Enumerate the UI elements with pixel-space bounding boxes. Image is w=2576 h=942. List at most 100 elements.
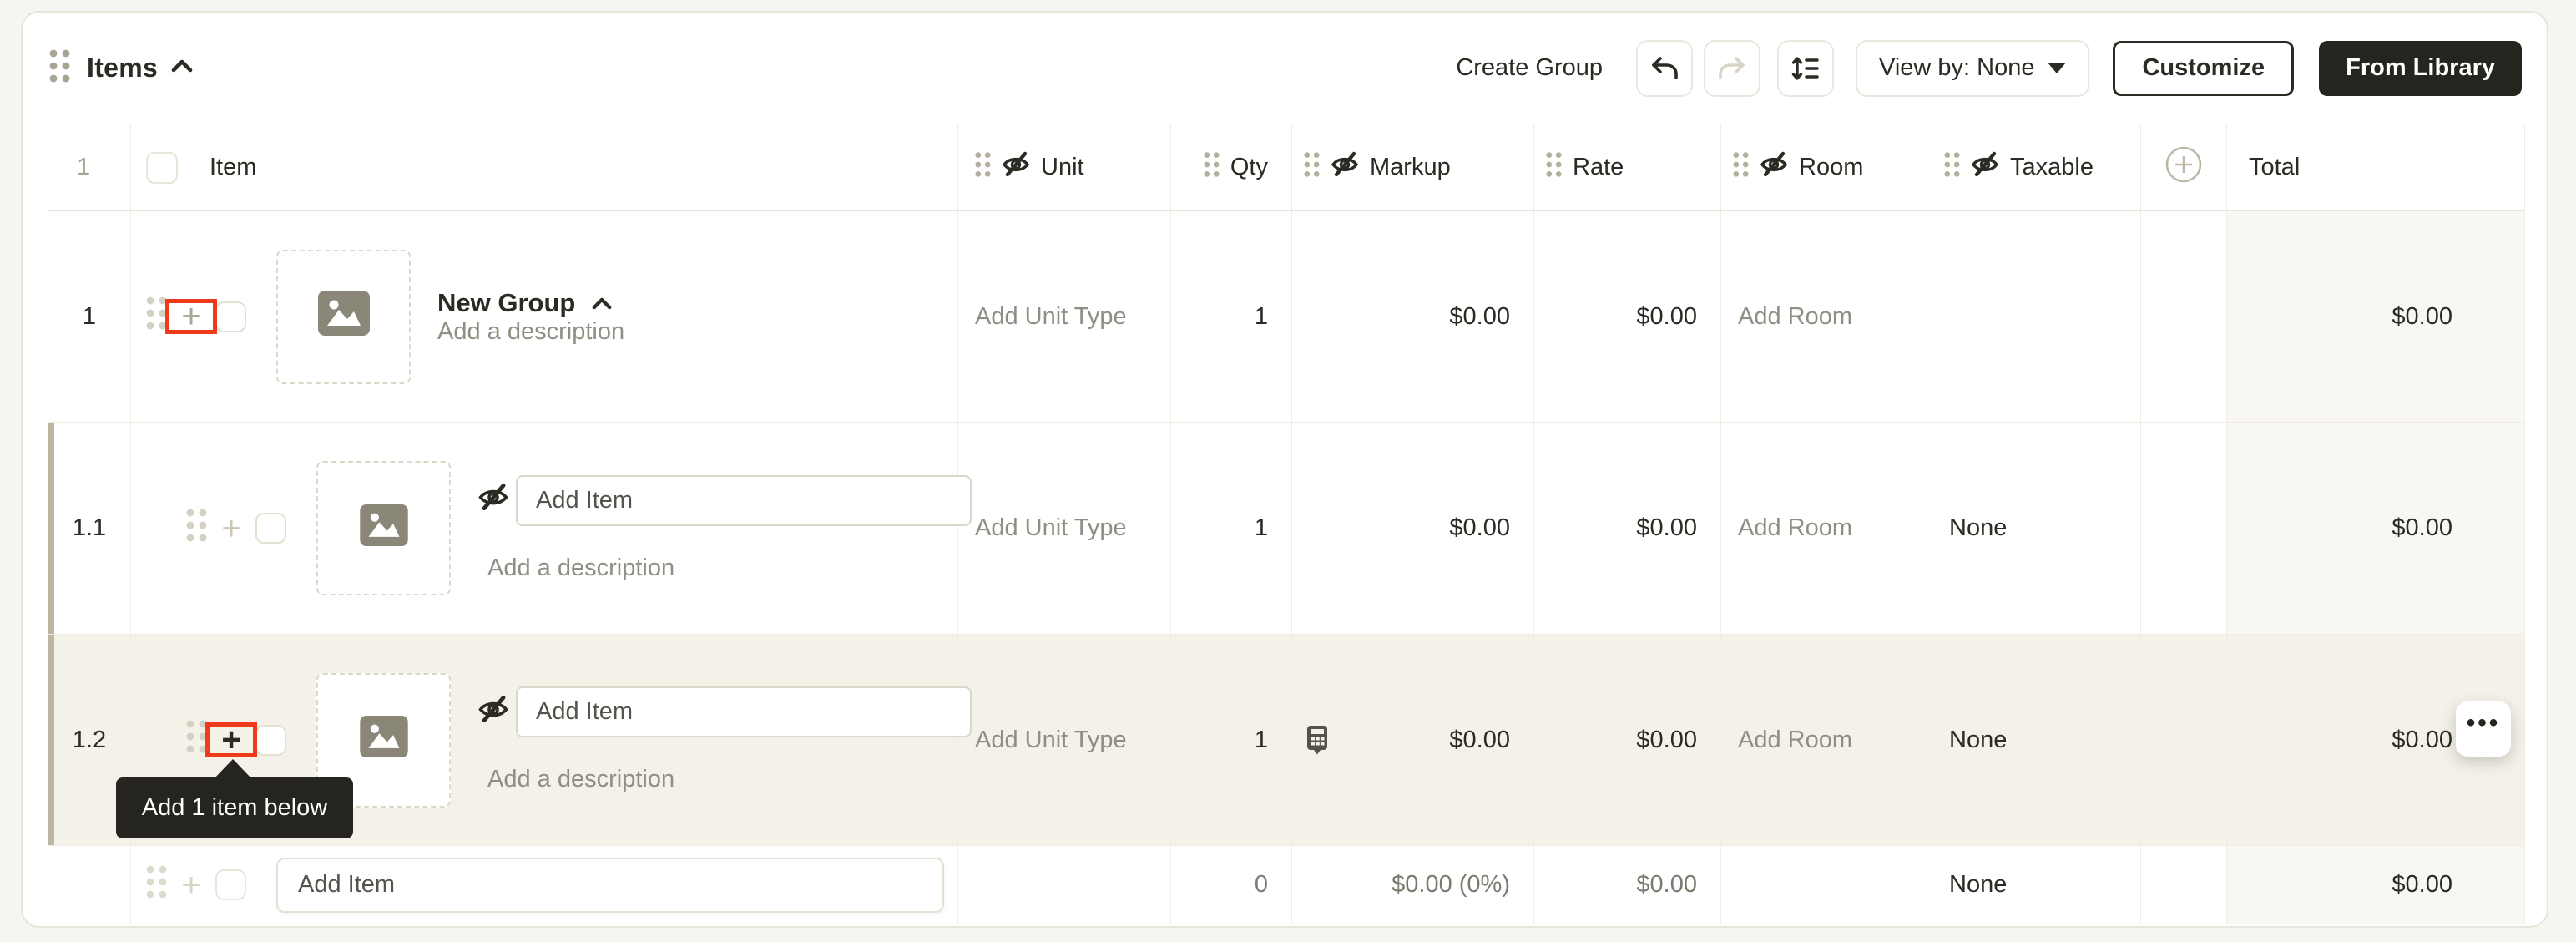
image-upload-placeholder[interactable] xyxy=(316,461,451,595)
qty-cell[interactable]: 0 xyxy=(1171,846,1292,924)
column-drag-handle-icon[interactable] xyxy=(1204,151,1220,185)
hidden-item-icon xyxy=(477,483,509,518)
collapse-section-icon[interactable] xyxy=(171,59,193,77)
column-header-qty[interactable]: Qty xyxy=(1171,124,1292,210)
page-title: Items xyxy=(87,53,158,84)
rate-cell[interactable]: $0.00 xyxy=(1534,423,1721,634)
column-label-item: Item xyxy=(210,154,256,181)
table-row-item: 1.1 + Add a descr xyxy=(48,423,2525,635)
item-entry: Add a description xyxy=(477,475,972,582)
image-icon xyxy=(360,716,408,764)
row-number: 1 xyxy=(48,211,131,422)
create-group-button[interactable]: Create Group xyxy=(1456,54,1603,82)
rate-cell[interactable]: $0.00 xyxy=(1534,211,1721,422)
column-drag-handle-icon[interactable] xyxy=(1733,151,1749,185)
toolbar-actions: Create Group xyxy=(1456,40,2522,97)
group-title[interactable]: New Group xyxy=(437,288,575,318)
redo-button[interactable] xyxy=(1704,40,1760,97)
column-header-rate[interactable]: Rate xyxy=(1534,124,1721,210)
room-cell[interactable]: Add Room xyxy=(1721,635,1932,845)
qty-cell[interactable]: 1 xyxy=(1171,211,1292,422)
column-drag-handle-icon[interactable] xyxy=(1546,151,1562,185)
qty-cell[interactable]: 1 xyxy=(1171,423,1292,634)
unit-cell[interactable] xyxy=(958,846,1171,924)
add-item-button[interactable]: + Add 1 item below xyxy=(219,726,244,754)
chevron-down-icon xyxy=(2048,63,2066,73)
row-drag-handle-icon[interactable] xyxy=(186,719,207,761)
column-header-room[interactable]: Room xyxy=(1721,124,1932,210)
row-drag-handle-icon[interactable] xyxy=(146,864,167,906)
taxable-cell[interactable]: None xyxy=(1932,846,2141,924)
column-label-rate: Rate xyxy=(1573,154,1624,181)
unit-cell[interactable]: Add Unit Type xyxy=(958,211,1171,422)
image-icon xyxy=(318,291,370,342)
markup-cell[interactable]: $0.00 xyxy=(1292,423,1534,634)
unit-cell[interactable]: Add Unit Type xyxy=(958,423,1171,634)
item-description-placeholder[interactable]: Add a description xyxy=(487,766,972,793)
total-cell: $0.00 xyxy=(2227,846,2525,924)
toolbar: Items Create Group xyxy=(23,13,2547,124)
tooltip: Add 1 item below xyxy=(116,777,353,838)
hidden-column-icon xyxy=(1331,151,1359,184)
add-item-button[interactable]: + xyxy=(219,514,244,543)
add-column-icon[interactable] xyxy=(2164,145,2203,190)
undo-icon xyxy=(1650,56,1679,81)
hidden-column-icon xyxy=(1002,151,1030,184)
row-drag-handle-icon[interactable] xyxy=(146,296,167,337)
add-item-button[interactable]: + xyxy=(179,302,204,331)
row-checkbox[interactable] xyxy=(255,725,286,756)
select-all-checkbox[interactable] xyxy=(146,152,178,184)
column-drag-handle-icon[interactable] xyxy=(1944,151,1960,185)
taxable-cell[interactable]: None xyxy=(1932,423,2141,634)
column-header-item: Item xyxy=(131,124,958,210)
row-actions-button[interactable]: ••• xyxy=(2456,701,2511,757)
item-name-input[interactable] xyxy=(516,475,972,526)
from-library-button[interactable]: From Library xyxy=(2319,41,2522,96)
group-description-placeholder[interactable]: Add a description xyxy=(437,318,624,345)
column-label-room: Room xyxy=(1799,154,1863,181)
markup-cell[interactable]: $0.00 (0%) xyxy=(1292,846,1534,924)
table-header-row: 1 Item Unit Qty xyxy=(48,124,2525,211)
image-icon xyxy=(360,504,408,553)
hidden-item-icon xyxy=(477,695,509,730)
items-panel: Items Create Group xyxy=(21,11,2548,928)
row-checkbox[interactable] xyxy=(215,869,246,900)
row-height-button[interactable] xyxy=(1777,40,1834,97)
panel-drag-handle-icon[interactable] xyxy=(49,48,70,88)
view-by-dropdown[interactable]: View by: None xyxy=(1856,40,2089,97)
panel-title-group: Items xyxy=(49,48,193,88)
row-drag-handle-icon[interactable] xyxy=(186,508,207,550)
collapse-group-icon[interactable] xyxy=(592,289,612,317)
item-description-placeholder[interactable]: Add a description xyxy=(487,555,972,582)
taxable-cell[interactable]: None xyxy=(1932,635,2141,845)
room-cell[interactable]: Add Room xyxy=(1721,423,1932,634)
new-item-input[interactable] xyxy=(276,858,944,913)
taxable-cell[interactable] xyxy=(1932,211,2141,422)
column-header-taxable[interactable]: Taxable xyxy=(1932,124,2141,210)
row-checkbox[interactable] xyxy=(255,513,286,544)
qty-cell[interactable]: 1 xyxy=(1171,635,1292,845)
calculator-icon[interactable] xyxy=(1306,725,1329,755)
column-drag-handle-icon[interactable] xyxy=(1304,151,1320,185)
room-cell[interactable] xyxy=(1721,846,1932,924)
add-item-button[interactable]: + xyxy=(179,871,204,899)
image-upload-placeholder[interactable] xyxy=(276,250,411,384)
item-name-input[interactable] xyxy=(516,686,972,737)
markup-cell[interactable]: $0.00 xyxy=(1292,211,1534,422)
room-cell[interactable]: Add Room xyxy=(1721,211,1932,422)
undo-button[interactable] xyxy=(1636,40,1693,97)
column-header-unit[interactable]: Unit xyxy=(958,124,1171,210)
items-table: 1 Item Unit Qty xyxy=(48,124,2525,924)
column-drag-handle-icon[interactable] xyxy=(975,151,991,185)
customize-button[interactable]: Customize xyxy=(2113,41,2294,96)
rate-cell[interactable]: $0.00 xyxy=(1534,635,1721,845)
annotation-highlight-box xyxy=(205,722,257,757)
markup-cell[interactable]: $0.00 xyxy=(1292,635,1534,845)
column-header-markup[interactable]: Markup xyxy=(1292,124,1534,210)
unit-cell[interactable]: Add Unit Type xyxy=(958,635,1171,845)
row-height-icon xyxy=(1791,56,1820,81)
column-label-markup: Markup xyxy=(1370,154,1451,181)
row-checkbox[interactable] xyxy=(215,301,246,332)
add-column-header[interactable] xyxy=(2141,124,2227,210)
rate-cell[interactable]: $0.00 xyxy=(1534,846,1721,924)
